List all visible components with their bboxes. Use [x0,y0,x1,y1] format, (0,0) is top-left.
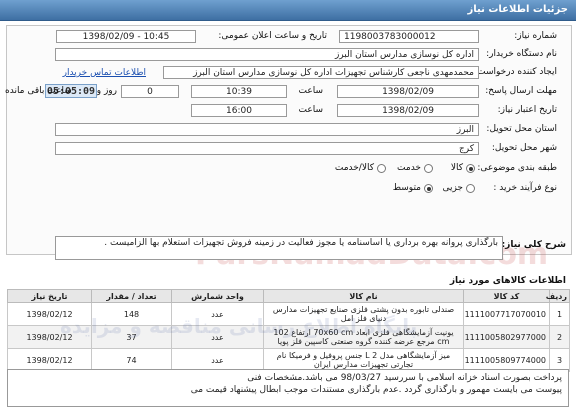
response-deadline-label: مهلت ارسال پاسخ: [485,86,557,96]
classification-label: طبقه بندی موضوعی: [477,163,557,173]
validity-date-field: 1398/02/09 [337,104,479,117]
city-label: شهر محل تحویل: [491,143,557,153]
creator-label: ایجاد کننده درخواست: [474,67,557,77]
need-number-field: 1198003783000012 [339,30,479,43]
days-label: روز و [96,86,117,96]
class-radio-goods[interactable] [466,164,475,173]
cell-code: 1111005802977000 [463,325,550,349]
notes-line-1: پرداخت بصورت اسناد خزانه اسلامی با سررسی… [247,373,562,383]
class-option-service: خدمت [397,163,421,173]
buyer-label: نام دستگاه خریدار: [486,49,557,59]
process-type-label: نوع فرآیند خرید : [493,183,557,193]
description-label: شرح کلی نیاز: [501,240,566,250]
days-field: 0 [121,85,179,98]
cell-code: 1111007717070010 [463,302,550,326]
page-header: جزئیات اطلاعات نیاز [0,0,576,21]
page-title: جزئیات اطلاعات نیاز [467,4,568,15]
process-option-minor: جزیی [442,183,463,193]
announce-date-field: 1398/02/09 - 10:45 [56,30,196,43]
items-section-title: اطلاعات کالاهای مورد نیاز [449,276,566,286]
process-radio-minor[interactable] [466,184,475,193]
table-header-row: ردیف کد کالا نام کالا واحد شمارش تعداد /… [7,289,570,303]
buyer-notes-box: پرداخت بصورت اسناد خزانه اسلامی با سررسی… [7,369,569,407]
class-option-goods: کالا [450,163,463,173]
announce-date-label: تاریخ و ساعت اعلان عمومی: [218,31,327,41]
watermark-fa: پایگاه اطلاع رسانی مناقصه و مزایده [60,314,418,338]
col-header-code: کد کالا [463,289,550,303]
response-time-field: 10:39 [191,85,287,98]
description-box: بارگذاری پروانه بهره برداری یا اساسنامه … [55,236,503,260]
creator-field: محمدمهدی ناجعی کارشناس تجهیزات اداره کل … [163,66,479,79]
col-header-qty: تعداد / مقدار [91,289,172,303]
cell-row-no: 1 [549,302,570,326]
need-details-panel: شماره نیاز: 1198003783000012 تاریخ و ساع… [5,25,572,255]
remaining-label: ساعت باقی مانده [5,86,72,96]
col-header-date: تاریخ نیاز [7,289,92,303]
cell-row-no: 2 [549,325,570,349]
col-header-unit: واحد شمارش [171,289,264,303]
response-date-field: 1398/02/09 [337,85,479,98]
process-option-medium: متوسط [392,183,421,193]
col-header-row-no: ردیف [546,289,570,303]
buyer-field: اداره کل نوسازی مدارس استان البرز [55,48,479,61]
validity-time-field: 16:00 [191,104,287,117]
need-number-label: شماره نیاز: [514,31,557,41]
process-radio-medium[interactable] [424,184,433,193]
buyer-contact-link[interactable]: اطلاعات تماس خریدار [63,68,146,78]
province-field: البرز [55,123,479,136]
class-option-both: کالا/خدمت [334,163,374,173]
response-time-label: ساعت [298,86,324,96]
city-field: کرج [55,142,479,155]
validity-label: تاریخ اعتبار نیاز: [497,105,557,115]
class-radio-both[interactable] [377,164,386,173]
notes-line-2: پیوست می بایست مهمور و بارگذاری گردد .عد… [190,385,562,395]
province-label: استان محل تحویل: [486,124,557,134]
validity-time-label: ساعت [298,105,324,115]
col-header-name: نام کالا [263,289,464,303]
class-radio-service[interactable] [424,164,433,173]
